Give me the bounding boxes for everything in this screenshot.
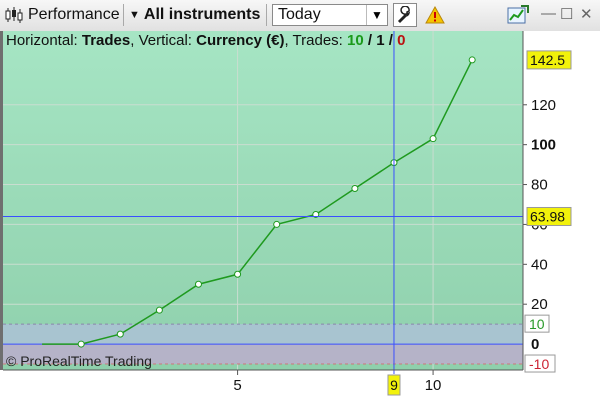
y-tick-label: 40 — [531, 256, 548, 273]
data-point — [234, 270, 242, 278]
chart-export-icon[interactable] — [506, 3, 530, 27]
data-point — [429, 135, 437, 143]
data-point — [155, 306, 163, 314]
y-tick-label: 120 — [531, 97, 556, 114]
period-value: Today — [278, 6, 321, 23]
toolbar-separator — [266, 4, 267, 26]
y-zero-label: 0 — [531, 336, 539, 353]
data-point — [194, 280, 202, 288]
wrench-icon[interactable] — [393, 3, 417, 27]
period-select[interactable]: Today ▼ — [272, 4, 388, 26]
vertical-value: Currency (€) — [196, 32, 285, 49]
plot-left-edge — [0, 31, 3, 370]
trades-separator: / — [384, 32, 398, 49]
chart-info-bar: Horizontal: Trades, Vertical: Currency (… — [6, 32, 405, 49]
chevron-down-icon[interactable]: ▼ — [366, 5, 387, 25]
trades-prefix: , Trades: — [284, 32, 343, 49]
minimize-icon[interactable]: — — [541, 5, 556, 22]
data-point — [468, 56, 476, 64]
data-point — [273, 220, 281, 228]
toolbar-separator — [123, 4, 124, 26]
plot-background — [3, 31, 523, 370]
x-tick-label: 5 — [233, 377, 241, 394]
candlestick-icon[interactable] — [2, 3, 26, 27]
chart-svg[interactable]: 20406080100120010-10510142.563.989 — [0, 31, 600, 400]
copyright-text: © ProRealTime Trading — [6, 353, 152, 369]
trades-winning: 10 — [347, 32, 364, 49]
last-value-label: 142.5 — [530, 52, 565, 68]
x-axis-panel — [0, 370, 523, 400]
chevron-down-icon: ▼ — [129, 9, 140, 21]
data-point — [116, 330, 124, 338]
performance-button[interactable]: Performance — [28, 3, 120, 27]
band-lower-label: -10 — [529, 356, 549, 372]
x-tick-label: 10 — [425, 377, 442, 394]
chart-area[interactable]: 20406080100120010-10510142.563.989 — [0, 31, 600, 400]
trades-separator: / — [363, 32, 377, 49]
y-tick-label: 80 — [531, 177, 548, 194]
vertical-prefix: , Vertical: — [130, 32, 192, 49]
close-icon[interactable]: ✕ — [580, 5, 593, 23]
warning-icon[interactable] — [423, 3, 447, 27]
band-upper-label: 10 — [529, 316, 545, 332]
toolbar: Performance ▼ All instruments Today ▼ — … — [0, 0, 600, 32]
instruments-label: All instruments — [143, 6, 261, 23]
instruments-dropdown[interactable]: ▼ All instruments — [129, 3, 260, 27]
data-point — [77, 340, 85, 348]
y-tick-label: 20 — [531, 296, 548, 313]
cursor-y-label: 63.98 — [530, 208, 565, 224]
cursor-x-label: 9 — [390, 377, 398, 393]
trades-losing: 0 — [397, 32, 406, 49]
performance-label: Performance — [28, 6, 120, 23]
data-point — [351, 185, 359, 193]
trades-neutral: 1 — [376, 32, 385, 49]
horizontal-value: Trades — [81, 32, 131, 49]
y-tick-label: 100 — [531, 137, 556, 154]
maximize-icon[interactable]: ☐ — [560, 5, 573, 23]
horizontal-prefix: Horizontal: — [6, 32, 78, 49]
